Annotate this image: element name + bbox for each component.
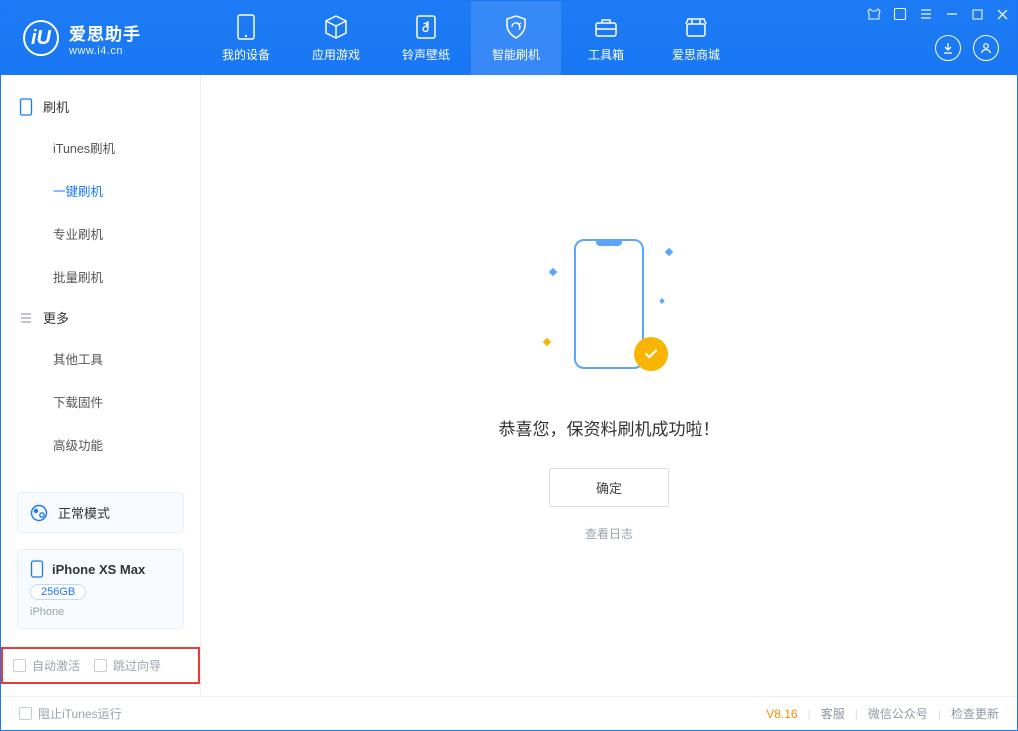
shop-icon: [683, 14, 709, 40]
device-icon: [233, 14, 259, 40]
toolbox-icon: [593, 14, 619, 40]
shield-refresh-icon: [503, 14, 529, 40]
sparkle-icon: [659, 298, 665, 304]
nav-toolbox[interactable]: 工具箱: [561, 1, 651, 75]
success-illustration: [544, 229, 674, 389]
main-nav: 我的设备 应用游戏 铃声壁纸 智能刷机 工具箱 爱思商城: [201, 1, 741, 75]
sidebar-item-other-tools[interactable]: 其他工具: [1, 337, 200, 380]
logo-text: 爱思助手 www.i4.cn: [69, 20, 141, 57]
mode-label: 正常模式: [58, 503, 110, 522]
nav-shop[interactable]: 爱思商城: [651, 1, 741, 75]
group-title: 更多: [43, 308, 69, 327]
close-button[interactable]: [996, 8, 1009, 21]
body: 刷机 iTunes刷机 一键刷机 专业刷机 批量刷机 更多 其他工具 下载固件 …: [1, 75, 1017, 696]
sidebar-item-itunes-flash[interactable]: iTunes刷机: [1, 126, 200, 169]
skin-icon[interactable]: [867, 7, 881, 21]
sidebar-group-flash: 刷机: [1, 87, 200, 126]
sparkle-icon: [665, 248, 673, 256]
footer-link-wechat[interactable]: 微信公众号: [868, 705, 928, 722]
nav-label: 我的设备: [222, 46, 270, 63]
music-note-icon: [413, 14, 439, 40]
cube-icon: [323, 14, 349, 40]
phone-icon: [19, 98, 33, 116]
device-capacity-badge: 256GB: [30, 584, 86, 600]
statusbar: 阻止iTunes运行 V8.16 | 客服 | 微信公众号 | 检查更新: [1, 696, 1017, 730]
group-title: 刷机: [43, 97, 69, 116]
nav-label: 爱思商城: [672, 46, 720, 63]
device-card[interactable]: iPhone XS Max 256GB iPhone: [17, 549, 184, 629]
app-window: iU 爱思助手 www.i4.cn 我的设备 应用游戏 铃声壁纸 智能刷机: [0, 0, 1018, 731]
brand-name: 爱思助手: [69, 20, 141, 45]
success-headline: 恭喜您，保资料刷机成功啦！: [499, 415, 720, 440]
sidebar-item-onekey-flash[interactable]: 一键刷机: [1, 169, 200, 212]
checkbox-label: 跳过向导: [113, 657, 161, 674]
sidebar-item-pro-flash[interactable]: 专业刷机: [1, 212, 200, 255]
device-type: iPhone: [30, 606, 171, 618]
version-label: V8.16: [766, 707, 797, 721]
nav-label: 工具箱: [588, 46, 624, 63]
downloads-button[interactable]: [935, 35, 961, 61]
brand-url: www.i4.cn: [69, 45, 141, 57]
checkbox-block-itunes[interactable]: 阻止iTunes运行: [19, 705, 122, 722]
sidebar-menu: 刷机 iTunes刷机 一键刷机 专业刷机 批量刷机 更多 其他工具 下载固件 …: [1, 75, 200, 478]
sidebar: 刷机 iTunes刷机 一键刷机 专业刷机 批量刷机 更多 其他工具 下载固件 …: [1, 75, 201, 696]
menu-icon[interactable]: [919, 7, 933, 21]
sidebar-group-more: 更多: [1, 298, 200, 337]
sparkle-icon: [543, 338, 551, 346]
logo-block: iU 爱思助手 www.i4.cn: [1, 20, 201, 57]
window-controls: [867, 7, 1009, 21]
nav-label: 智能刷机: [492, 46, 540, 63]
nav-apps-games[interactable]: 应用游戏: [291, 1, 381, 75]
check-badge-icon: [634, 337, 668, 371]
nav-smart-flash[interactable]: 智能刷机: [471, 1, 561, 75]
sidebar-item-batch-flash[interactable]: 批量刷机: [1, 255, 200, 298]
nav-label: 铃声壁纸: [402, 46, 450, 63]
maximize-button[interactable]: [971, 8, 984, 21]
titlebar: iU 爱思助手 www.i4.cn 我的设备 应用游戏 铃声壁纸 智能刷机: [1, 1, 1017, 75]
checkbox-box-icon: [13, 659, 26, 672]
options-highlight-box: 自动激活 跳过向导: [1, 647, 200, 684]
device-name: iPhone XS Max: [52, 562, 145, 577]
ok-button[interactable]: 确定: [549, 468, 669, 507]
checkbox-box-icon: [19, 707, 32, 720]
feedback-icon[interactable]: [893, 7, 907, 21]
mode-card[interactable]: 正常模式: [17, 492, 184, 533]
footer-link-update[interactable]: 检查更新: [951, 705, 999, 722]
header-actions: [935, 35, 999, 61]
checkbox-label: 自动激活: [32, 657, 80, 674]
account-button[interactable]: [973, 35, 999, 61]
main-content: 恭喜您，保资料刷机成功啦！ 确定 查看日志: [201, 75, 1017, 696]
checkbox-label: 阻止iTunes运行: [38, 705, 122, 722]
checkbox-skip-guide[interactable]: 跳过向导: [94, 657, 161, 674]
checkbox-box-icon: [94, 659, 107, 672]
nav-my-device[interactable]: 我的设备: [201, 1, 291, 75]
sparkle-icon: [549, 268, 557, 276]
nav-label: 应用游戏: [312, 46, 360, 63]
minimize-button[interactable]: [945, 7, 959, 21]
sidebar-item-download-firmware[interactable]: 下载固件: [1, 380, 200, 423]
checkbox-auto-activate[interactable]: 自动激活: [13, 657, 80, 674]
logo-icon: iU: [23, 20, 59, 56]
view-log-link[interactable]: 查看日志: [585, 525, 633, 542]
sidebar-item-advanced[interactable]: 高级功能: [1, 423, 200, 466]
mode-icon: [30, 504, 48, 522]
list-icon: [19, 311, 33, 325]
phone-outline-icon: [30, 560, 44, 578]
nav-ringtones[interactable]: 铃声壁纸: [381, 1, 471, 75]
footer-link-support[interactable]: 客服: [821, 705, 845, 722]
